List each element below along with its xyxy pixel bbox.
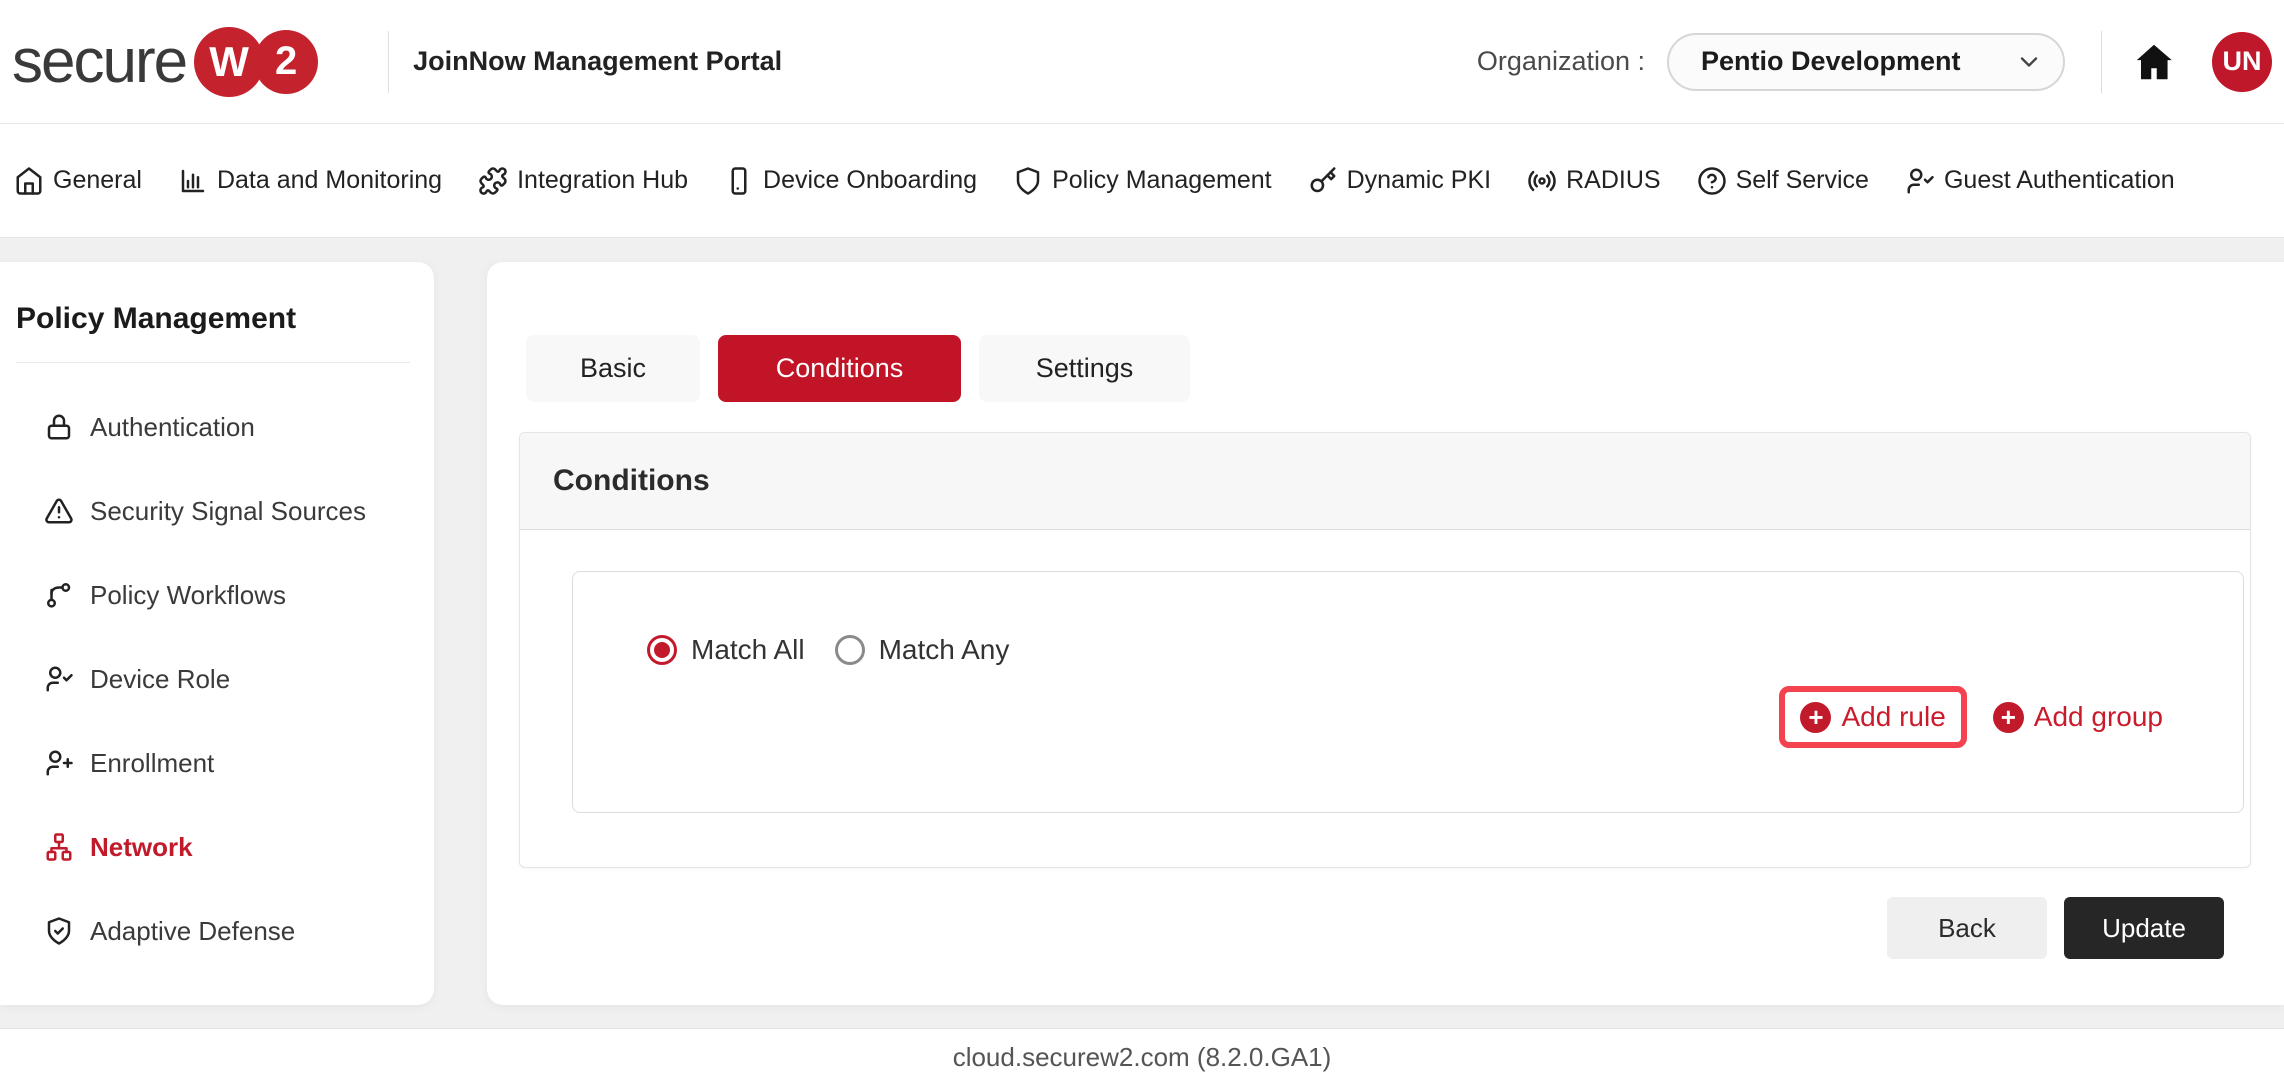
lock-icon bbox=[44, 412, 74, 442]
sidebar-policy-management: Policy Management Authentication Securit… bbox=[0, 262, 434, 1005]
nav-label: Policy Management bbox=[1052, 166, 1272, 195]
organization-value: Pentio Development bbox=[1701, 46, 1961, 77]
workflow-branch-icon bbox=[44, 580, 74, 610]
logo-text: secure bbox=[12, 26, 186, 97]
sidebar-item-label: Network bbox=[90, 832, 193, 863]
footer-version-text: cloud.securew2.com (8.2.0.GA1) bbox=[953, 1042, 1332, 1073]
sidebar-item-enrollment[interactable]: Enrollment bbox=[0, 721, 434, 805]
user-avatar[interactable]: UN bbox=[2212, 32, 2272, 92]
back-button[interactable]: Back bbox=[1887, 897, 2047, 959]
puzzle-icon bbox=[478, 166, 508, 196]
sidebar-title: Policy Management bbox=[16, 302, 418, 336]
nav-label: Dynamic PKI bbox=[1347, 166, 1491, 195]
sidebar-item-label: Policy Workflows bbox=[90, 580, 286, 611]
key-icon bbox=[1308, 166, 1338, 196]
nav-item-policy-management[interactable]: Policy Management bbox=[1013, 166, 1272, 196]
home-outline-icon bbox=[14, 166, 44, 196]
tab-basic[interactable]: Basic bbox=[526, 335, 700, 402]
sidebar-item-policy-workflows[interactable]: Policy Workflows bbox=[0, 553, 434, 637]
conditions-panel-title: Conditions bbox=[520, 433, 2250, 530]
match-mode-group: Match All Match Any bbox=[647, 634, 1025, 666]
radio-waves-icon bbox=[1527, 166, 1557, 196]
sidebar-item-authentication[interactable]: Authentication bbox=[0, 385, 434, 469]
bar-chart-icon bbox=[178, 166, 208, 196]
plus-circle-icon: + bbox=[1993, 702, 2024, 733]
nav-item-integration-hub[interactable]: Integration Hub bbox=[478, 166, 688, 196]
add-rule-button[interactable]: + Add rule bbox=[1800, 701, 1945, 733]
sidebar-item-adaptive-defense[interactable]: Adaptive Defense bbox=[0, 889, 434, 973]
logo-badge-w: W bbox=[194, 27, 264, 97]
match-all-label[interactable]: Match All bbox=[691, 634, 805, 666]
update-button[interactable]: Update bbox=[2064, 897, 2224, 959]
nav-label: Integration Hub bbox=[517, 166, 688, 195]
match-all-radio[interactable] bbox=[647, 635, 677, 665]
home-button[interactable] bbox=[2132, 40, 2176, 84]
chevron-down-icon bbox=[2015, 48, 2043, 76]
nav-item-general[interactable]: General bbox=[14, 166, 142, 196]
sidebar-item-security-signal-sources[interactable]: Security Signal Sources bbox=[0, 469, 434, 553]
alert-triangle-icon bbox=[44, 496, 74, 526]
sidebar-item-label: Security Signal Sources bbox=[90, 496, 366, 527]
add-group-label: Add group bbox=[2034, 701, 2163, 733]
nav-item-radius[interactable]: RADIUS bbox=[1527, 166, 1660, 196]
footer: cloud.securew2.com (8.2.0.GA1) bbox=[0, 1028, 2284, 1086]
nav-label: Data and Monitoring bbox=[217, 166, 442, 195]
organization-label: Organization : bbox=[1477, 46, 1645, 77]
nav-label: Guest Authentication bbox=[1944, 166, 2175, 195]
smartphone-icon bbox=[724, 166, 754, 196]
header-divider bbox=[388, 31, 389, 93]
user-check-icon bbox=[44, 664, 74, 694]
nav-item-guest-authentication[interactable]: Guest Authentication bbox=[1905, 166, 2175, 196]
nav-label: Self Service bbox=[1736, 166, 1869, 195]
sidebar-divider bbox=[16, 362, 410, 363]
add-group-button[interactable]: + Add group bbox=[1993, 701, 2163, 733]
sidebar-item-device-role[interactable]: Device Role bbox=[0, 637, 434, 721]
home-icon bbox=[2132, 40, 2176, 84]
condition-group-box: Match All Match Any + Add rule + bbox=[572, 571, 2244, 813]
header-divider-2 bbox=[2101, 31, 2102, 93]
add-rule-highlight-annotation: + Add rule bbox=[1779, 686, 1966, 748]
sidebar-menu: Authentication Security Signal Sources P… bbox=[0, 385, 434, 973]
main-content: Basic Conditions Settings Conditions Mat… bbox=[487, 262, 2284, 1005]
header: secure W 2 JoinNow Management Portal Org… bbox=[0, 0, 2284, 124]
nav-item-data-and-monitoring[interactable]: Data and Monitoring bbox=[178, 166, 442, 196]
conditions-panel: Conditions Match All Match Any + Add rul… bbox=[519, 432, 2251, 868]
nav-item-self-service[interactable]: Self Service bbox=[1697, 166, 1869, 196]
tab-settings[interactable]: Settings bbox=[979, 335, 1190, 402]
match-any-label[interactable]: Match Any bbox=[879, 634, 1010, 666]
organization-dropdown[interactable]: Pentio Development bbox=[1667, 33, 2065, 91]
nav-item-device-onboarding[interactable]: Device Onboarding bbox=[724, 166, 977, 196]
sidebar-item-label: Enrollment bbox=[90, 748, 214, 779]
primary-nav: General Data and Monitoring Integration … bbox=[0, 124, 2284, 238]
form-actions: Back Update bbox=[1887, 897, 2224, 959]
page: secure W 2 JoinNow Management Portal Org… bbox=[0, 0, 2284, 1086]
nav-label: RADIUS bbox=[1566, 166, 1660, 195]
shield-check-icon bbox=[44, 916, 74, 946]
plus-circle-icon: + bbox=[1800, 702, 1831, 733]
user-plus-icon bbox=[44, 748, 74, 778]
tab-conditions[interactable]: Conditions bbox=[718, 335, 961, 402]
add-rule-label: Add rule bbox=[1841, 701, 1945, 733]
network-sitemap-icon bbox=[44, 832, 74, 862]
conditions-panel-body: Match All Match Any + Add rule + bbox=[520, 530, 2250, 867]
match-any-radio[interactable] bbox=[835, 635, 865, 665]
sidebar-item-network[interactable]: Network bbox=[0, 805, 434, 889]
shield-icon bbox=[1013, 166, 1043, 196]
sidebar-item-label: Authentication bbox=[90, 412, 255, 443]
sidebar-item-label: Device Role bbox=[90, 664, 230, 695]
nav-item-dynamic-pki[interactable]: Dynamic PKI bbox=[1308, 166, 1491, 196]
user-check-icon bbox=[1905, 166, 1935, 196]
nav-label: Device Onboarding bbox=[763, 166, 977, 195]
help-circle-icon bbox=[1697, 166, 1727, 196]
nav-label: General bbox=[53, 166, 142, 195]
securew2-logo[interactable]: secure W 2 bbox=[12, 26, 318, 97]
sidebar-item-label: Adaptive Defense bbox=[90, 916, 295, 947]
add-actions: + Add rule + Add group bbox=[1779, 686, 2163, 748]
portal-title: JoinNow Management Portal bbox=[413, 46, 782, 77]
tab-bar: Basic Conditions Settings bbox=[526, 335, 1190, 402]
